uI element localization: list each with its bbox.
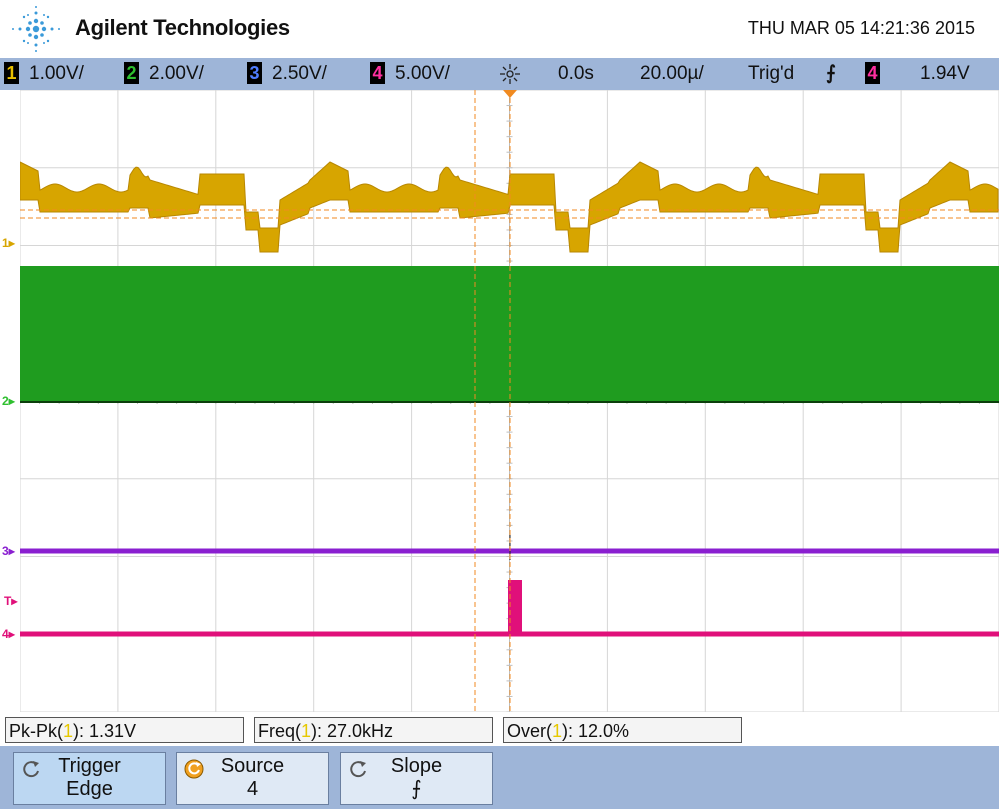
channel-2-badge: 2 bbox=[124, 62, 139, 84]
date-time: THU MAR 05 14:21:36 2015 bbox=[747, 18, 975, 38]
channel-4-scale[interactable]: 4 5.00V/ bbox=[370, 62, 450, 86]
channel-3-ground-marker: 3▸ bbox=[2, 544, 15, 558]
channel-4-ground-marker: 4▸ bbox=[2, 627, 15, 641]
trigger-position-icon bbox=[503, 90, 517, 98]
channel-1-ground-marker: 1▸ bbox=[2, 236, 15, 250]
trigger-slope-softkey[interactable]: Slope ⨍ bbox=[340, 752, 493, 805]
timebase-readout[interactable]: 20.00µ/ bbox=[640, 62, 704, 86]
entry-knob-icon bbox=[184, 759, 204, 779]
channel-2-scale[interactable]: 2 2.00V/ bbox=[124, 62, 204, 86]
trigger-source-softkey[interactable]: Source 4 bbox=[176, 752, 329, 805]
trigger-slope-icon: ⨍ bbox=[826, 63, 836, 84]
measurement-overshoot[interactable]: Over(1): 12.0% bbox=[503, 717, 742, 743]
trigger-source[interactable]: 4 bbox=[865, 62, 890, 86]
trigger-mode-softkey[interactable]: Trigger Edge bbox=[13, 752, 166, 805]
delay-readout[interactable]: 0.0s bbox=[558, 62, 594, 86]
waveform-display[interactable] bbox=[20, 90, 999, 712]
horizontal-position-icon bbox=[500, 64, 520, 84]
rotate-arrow-icon bbox=[23, 761, 39, 778]
title-bar: Agilent Technologies THU MAR 05 14:21:36… bbox=[0, 0, 999, 58]
trigger-status: Trig'd bbox=[748, 63, 795, 84]
channel-4-badge: 4 bbox=[370, 62, 385, 84]
measurement-freq[interactable]: Freq(1): 27.0kHz bbox=[254, 717, 493, 743]
status-bar: 1 1.00V/ 2 2.00V/ 3 2.50V/ 4 5.00V/ 0.0s 20.… bbox=[0, 58, 999, 90]
measurement-pkpk[interactable]: Pk-Pk(1): 1.31V bbox=[5, 717, 244, 743]
brand-name: Agilent Technologies bbox=[75, 15, 290, 40]
channel-1-badge: 1 bbox=[4, 62, 19, 84]
channel-2-ground-marker: 2▸ bbox=[2, 394, 15, 408]
channel-1-scale[interactable]: 1 1.00V/ bbox=[4, 62, 84, 86]
channel-3-scale[interactable]: 3 2.50V/ bbox=[247, 62, 327, 86]
trigger-level-marker: T▸ bbox=[4, 594, 18, 608]
agilent-logo-icon bbox=[12, 6, 60, 52]
channel-3-badge: 3 bbox=[247, 62, 262, 84]
rotate-arrow-icon bbox=[350, 761, 366, 778]
trigger-level[interactable]: 1.94V bbox=[920, 62, 970, 86]
